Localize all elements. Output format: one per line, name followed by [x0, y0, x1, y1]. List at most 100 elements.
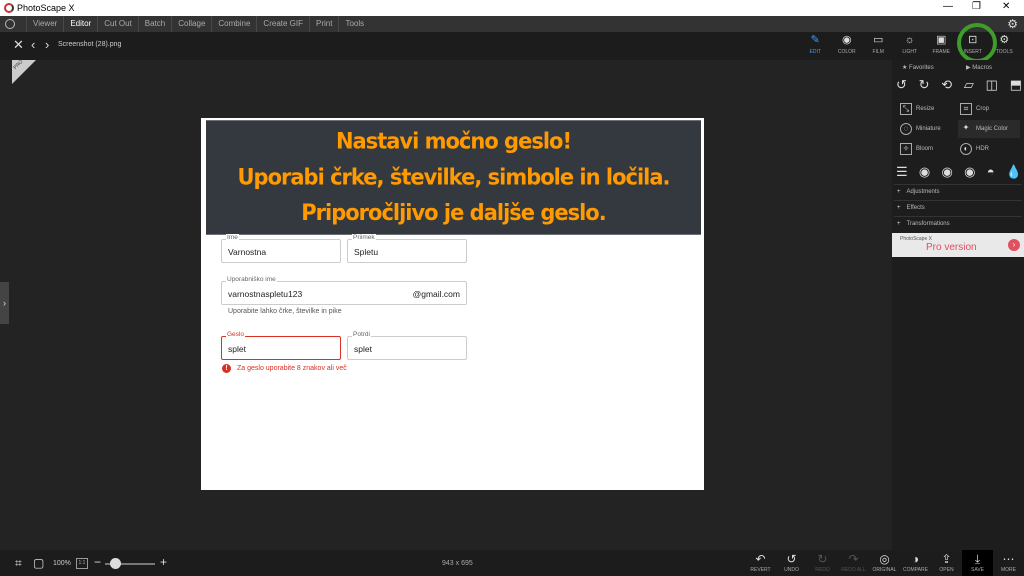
file-name: Screenshot (28).png: [58, 41, 122, 48]
mode-tab-color[interactable]: ◉ COLOR: [831, 32, 863, 60]
action-label: ORIGINAL: [872, 567, 897, 573]
tool-bloom[interactable]: ✧ Bloom: [900, 143, 933, 155]
search-logo-icon[interactable]: [5, 19, 15, 29]
menu-bar: Viewer Editor Cut Out Batch Collage Combine Cr…: [0, 16, 1024, 32]
light-icon: ☼: [904, 34, 915, 46]
error-icon: !: [222, 364, 231, 373]
username-domain: @gmail.com: [412, 289, 460, 299]
restore-button[interactable]: ❐: [972, 1, 981, 12]
mode-tab-frame[interactable]: ▣ FRAME: [926, 32, 958, 60]
left-panel-toggle[interactable]: ›: [0, 282, 9, 324]
mode-tab-edit[interactable]: ✎ EDIT: [800, 32, 832, 60]
first-name-field: Ime Varnostna: [221, 234, 341, 263]
section-adjustments-label: Adjustments: [906, 189, 940, 195]
minimize-button[interactable]: —: [943, 1, 953, 12]
miniature-icon: ◌: [900, 123, 912, 135]
app-logo-icon: [4, 3, 14, 13]
section-transformations-label: Transformations: [906, 221, 950, 227]
username-hint: Uporabite lahko črke, številke in pike: [228, 308, 342, 315]
settings-gear-icon[interactable]: ⚙: [1007, 17, 1018, 31]
actual-size-icon[interactable]: ▢: [33, 556, 44, 570]
filter-3-icon[interactable]: ◉: [964, 164, 975, 180]
confirm-password-field: Potrdi splet: [347, 331, 467, 360]
compare-button[interactable]: ◑ COMPARE: [900, 550, 931, 576]
section-transformations[interactable]: + Transformations: [894, 216, 1022, 231]
menu-tab-viewer[interactable]: Viewer: [26, 16, 63, 32]
original-button[interactable]: ◎ ORIGINAL: [869, 550, 900, 576]
section-adjustments[interactable]: + Adjustments: [894, 184, 1022, 199]
rotate-left-icon[interactable]: ↺: [896, 77, 907, 93]
menu-tab-combine[interactable]: Combine: [211, 16, 256, 32]
close-icon[interactable]: ✕: [13, 37, 24, 53]
save-button[interactable]: ⤓ SAVE: [962, 550, 993, 576]
section-effects-label: Effects: [906, 205, 925, 211]
previous-icon[interactable]: ‹: [31, 37, 35, 52]
error-text: Za geslo uporabite 8 znakov ali več: [237, 365, 347, 372]
redo-icon: ↻: [817, 552, 828, 566]
tool-bloom-label: Bloom: [916, 146, 934, 152]
banner: Nastavi močno geslo! Uporabi črke, števi…: [206, 120, 701, 235]
close-window-button[interactable]: ✕: [1002, 1, 1010, 12]
action-label: SAVE: [971, 567, 984, 573]
rotate-right-icon[interactable]: ↻: [919, 77, 930, 93]
zoom-slider-thumb[interactable]: [110, 558, 121, 569]
app-title: PhotoScape X: [17, 3, 75, 13]
crop-icon: ⌗: [960, 103, 972, 115]
menu-tab-tools[interactable]: Tools: [338, 16, 370, 32]
revert-button[interactable]: ↶ REVERT: [745, 550, 776, 576]
menu-tab-batch[interactable]: Batch: [137, 16, 171, 32]
bloom-icon: ✧: [900, 143, 912, 155]
color-icon: ◉: [841, 34, 852, 46]
editor-toolbar: ✕ ‹ › Screenshot (28).png ✎ EDIT ◉ COLOR ▭ FI…: [0, 32, 1024, 60]
mode-label: COLOR: [837, 49, 856, 55]
filter-2-icon[interactable]: ◉: [942, 164, 953, 180]
filter-1-icon[interactable]: ◉: [919, 164, 930, 180]
menu-tabs: Viewer Editor Cut Out Batch Collage Combine Cr…: [26, 16, 370, 32]
tool-crop[interactable]: ⌗ Crop: [960, 103, 989, 115]
filter-4-icon[interactable]: ◓: [987, 164, 995, 180]
redo-all-icon: ↷: [848, 552, 859, 566]
zoom-out-icon[interactable]: −: [94, 555, 101, 569]
open-button[interactable]: ⇪ OPEN: [931, 550, 962, 576]
section-effects[interactable]: + Effects: [894, 200, 1022, 215]
mode-tab-light[interactable]: ☼ LIGHT: [894, 32, 926, 60]
menu-tab-create-gif[interactable]: Create GIF: [256, 16, 309, 32]
flip-vertical-icon[interactable]: ⬒: [1010, 77, 1022, 93]
macros-tab[interactable]: ▶ Macros: [966, 64, 992, 71]
tool-magic-color[interactable]: ✦ Magic Color: [958, 120, 1020, 138]
list-icon[interactable]: ☰: [896, 164, 908, 180]
tool-hdr-label: HDR: [976, 146, 989, 152]
menu-tab-collage[interactable]: Collage: [171, 16, 211, 32]
one-to-one-button[interactable]: 1:1: [76, 558, 88, 569]
flip-horizontal-icon[interactable]: ◫: [986, 77, 998, 93]
arrow-right-icon: ›: [1008, 239, 1020, 251]
menu-tab-editor[interactable]: Editor: [63, 16, 97, 32]
mode-label: EDIT: [809, 49, 821, 55]
banner-line-3: Priporočljivo je daljše geslo.: [301, 200, 606, 226]
menu-tab-print[interactable]: Print: [309, 16, 338, 32]
image-canvas: Nastavi močno geslo! Uporabi črke, števi…: [201, 118, 704, 490]
menu-tab-cut-out[interactable]: Cut Out: [97, 16, 138, 32]
action-label: OPEN: [939, 567, 954, 573]
fit-icon[interactable]: ⌗: [15, 556, 22, 571]
straighten-icon[interactable]: ▱: [964, 77, 974, 93]
password-value: splet: [228, 344, 246, 354]
redo-all-button[interactable]: ↷ REDO ALL: [838, 550, 869, 576]
next-icon[interactable]: ›: [45, 37, 49, 52]
pro-version-banner[interactable]: PhotoScape X Pro version ›: [892, 233, 1024, 257]
tool-resize[interactable]: ⤡ Resize: [900, 103, 934, 115]
drop-icon[interactable]: 💧: [1006, 164, 1022, 180]
tool-miniature[interactable]: ◌ Miniature: [900, 123, 941, 135]
favorites-tab[interactable]: ★ Favorites: [902, 64, 934, 71]
zoom-in-icon[interactable]: +: [160, 555, 167, 569]
redo-button[interactable]: ↻ REDO: [807, 550, 838, 576]
promo-big-text: Pro version: [926, 242, 977, 253]
more-button[interactable]: ⋯ MORE: [993, 550, 1024, 576]
mode-tab-film[interactable]: ▭ FILM: [863, 32, 895, 60]
tool-hdr[interactable]: ◐ HDR: [960, 143, 989, 155]
save-icon: ⤓: [974, 552, 981, 566]
undo-button[interactable]: ↺ UNDO: [776, 550, 807, 576]
rotate-free-icon[interactable]: ⟲: [941, 77, 952, 93]
bottom-bar: ⌗ ▢ 100% 1:1 − + 943 x 695 ↶ REVERT ↺ UNDO ↻…: [0, 550, 1024, 576]
original-icon: ◎: [879, 552, 890, 566]
